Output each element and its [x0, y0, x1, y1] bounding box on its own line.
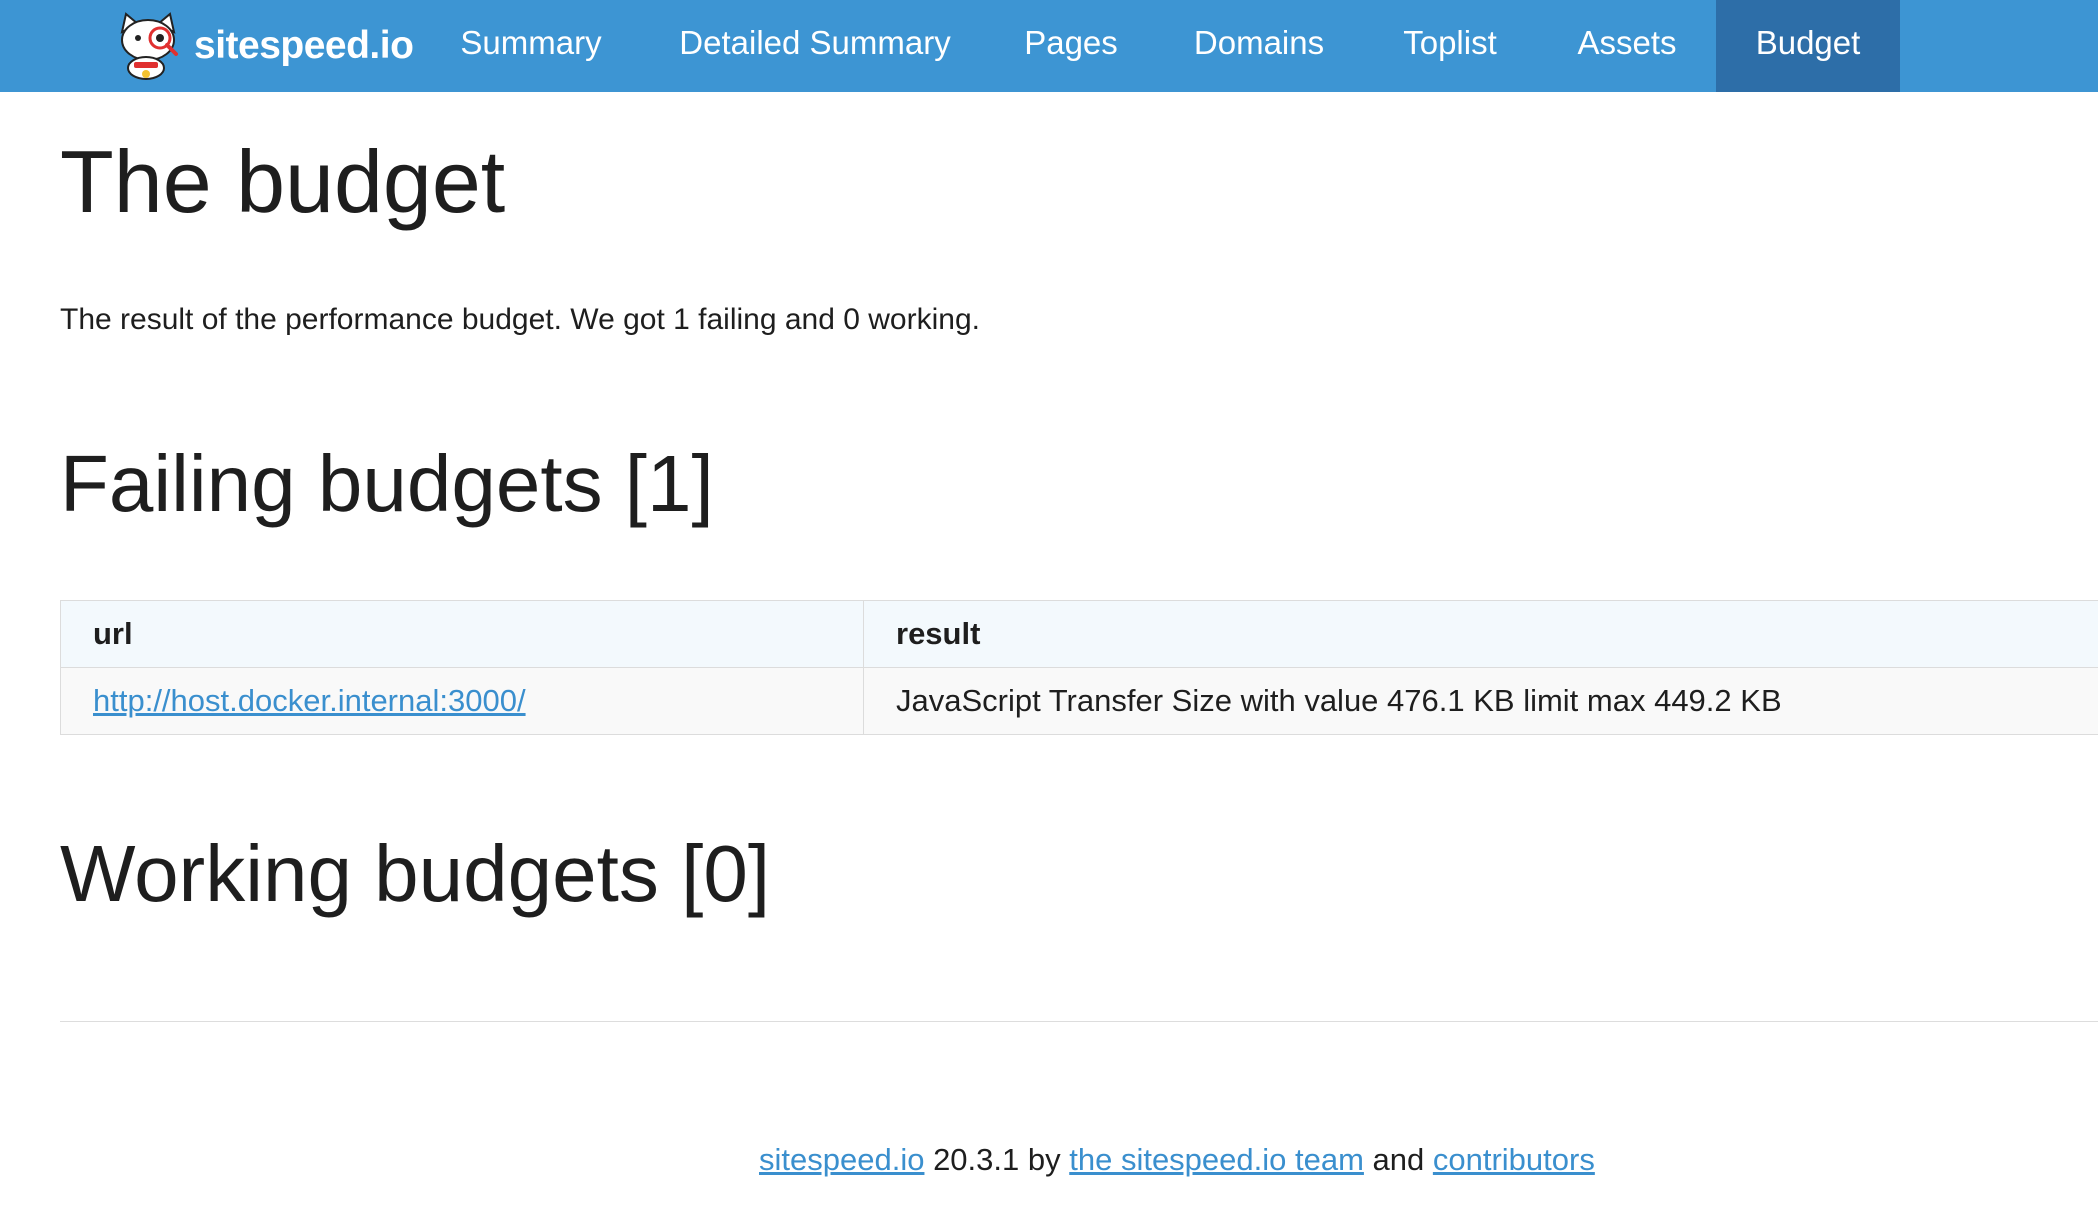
working-budgets-heading: Working budgets [0]	[60, 829, 771, 918]
footer-divider	[60, 1021, 2098, 1022]
nav-summary[interactable]: Summary	[438, 0, 624, 92]
column-header-result: result	[863, 600, 2098, 668]
footer-team-link[interactable]: the sitespeed.io team	[1069, 1142, 1364, 1177]
footer-version-text: 20.3.1 by	[924, 1142, 1070, 1177]
footer-sitespeed-link[interactable]: sitespeed.io	[759, 1142, 924, 1177]
brand-link[interactable]: sitespeed.io	[112, 8, 414, 84]
sitespeed-cat-logo-icon	[112, 10, 184, 82]
failing-budgets-heading: Failing budgets [1]	[60, 439, 714, 528]
table-header-row: url result	[60, 600, 2098, 668]
page-url-link[interactable]: http://host.docker.internal:3000/	[93, 683, 526, 718]
nav-toplist[interactable]: Toplist	[1372, 0, 1528, 92]
nav-domains[interactable]: Domains	[1167, 0, 1351, 92]
footer-text: sitespeed.io 20.3.1 by the sitespeed.io …	[759, 1140, 1595, 1180]
brand-name: sitespeed.io	[194, 24, 414, 67]
top-navbar: sitespeed.io Summary Detailed Summary Pa…	[0, 0, 2098, 92]
column-header-url: url	[60, 600, 864, 668]
nav-detailed-summary[interactable]: Detailed Summary	[640, 0, 990, 92]
footer-and-text: and	[1363, 1142, 1433, 1177]
url-cell: http://host.docker.internal:3000/	[60, 667, 864, 735]
result-cell: JavaScript Transfer Size with value 476.…	[863, 667, 2098, 735]
footer-contributors-link[interactable]: contributors	[1433, 1142, 1595, 1177]
nav-assets[interactable]: Assets	[1550, 0, 1704, 92]
table-row: http://host.docker.internal:3000/ JavaSc…	[60, 667, 2098, 735]
page-title: The budget	[60, 132, 506, 231]
nav-budget[interactable]: Budget	[1716, 0, 1900, 92]
budget-summary-text: The result of the performance budget. We…	[60, 303, 980, 336]
nav-pages[interactable]: Pages	[997, 0, 1145, 92]
failing-budgets-table: url result http://host.docker.internal:3…	[60, 600, 2098, 735]
